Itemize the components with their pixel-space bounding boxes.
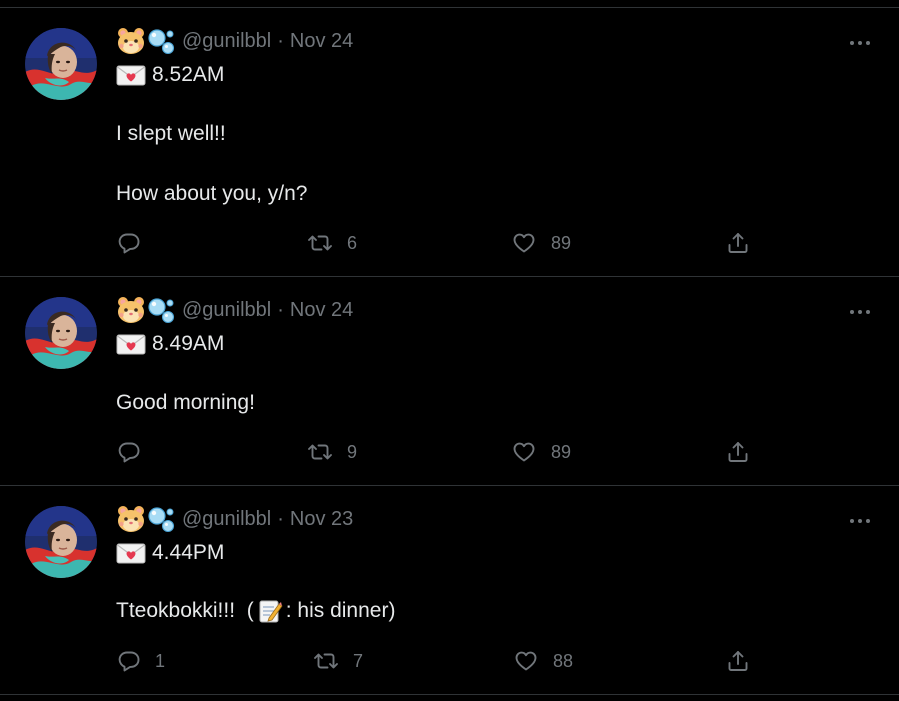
retweet-button[interactable]: 7	[313, 646, 363, 676]
love-letter-icon	[116, 63, 146, 87]
retweet-button[interactable]: 6	[307, 228, 357, 258]
retweet-icon	[313, 649, 339, 673]
share-icon	[726, 231, 750, 255]
tweet-actions: 6 89	[0, 228, 899, 258]
avatar[interactable]	[25, 506, 97, 578]
tweet-time-text: 8.52AM	[152, 63, 225, 86]
like-button[interactable]: 88	[513, 646, 573, 676]
separator-dot: ·	[277, 507, 284, 530]
bubbles-icon	[146, 26, 176, 56]
retweet-count: 9	[347, 441, 358, 462]
tweet-header: @gunilbbl · Nov 24	[116, 295, 353, 325]
tweet-text-line: I slept well!!	[116, 122, 226, 145]
retweet-count: 6	[347, 232, 358, 253]
tweet-time-text: 4.44PM	[152, 541, 225, 564]
display-name[interactable]	[116, 295, 176, 325]
more-icon	[849, 308, 871, 316]
tweet-time-line: 8.49AM	[116, 331, 224, 357]
avatar[interactable]	[25, 297, 97, 369]
separator-dot: ·	[277, 29, 284, 52]
separator-dot: ·	[277, 298, 284, 321]
tweet-card[interactable]: @gunilbbl · Nov 23 4.44PM Tteokbokki!!! …	[0, 486, 899, 695]
like-icon	[511, 440, 537, 464]
more-options-button[interactable]	[849, 34, 871, 48]
retweet-icon	[307, 440, 333, 464]
share-icon	[726, 649, 750, 673]
like-button[interactable]: 89	[511, 228, 571, 258]
bubbles-icon	[146, 504, 176, 534]
like-button[interactable]: 89	[511, 437, 571, 467]
more-icon	[849, 39, 871, 47]
tweet-text-line: How about you, y/n?	[116, 182, 308, 205]
more-icon	[849, 517, 871, 525]
like-count: 89	[551, 232, 572, 253]
reply-icon	[117, 440, 141, 464]
tweet-text-line: Good morning!	[116, 391, 255, 414]
user-handle[interactable]: @gunilbbl	[182, 30, 271, 53]
share-button[interactable]	[726, 646, 750, 676]
retweet-icon	[307, 231, 333, 255]
tweet-time-line: 8.52AM	[116, 62, 224, 88]
tweet-time-text: 8.49AM	[152, 332, 225, 355]
reply-icon	[117, 649, 141, 673]
display-name[interactable]	[116, 504, 176, 534]
tweet-date[interactable]: Nov 24	[290, 299, 353, 322]
love-letter-icon	[116, 541, 146, 565]
tweet-card[interactable]: @gunilbbl · Nov 24 8.49AM Good morning! …	[0, 277, 899, 486]
reply-count: 1	[155, 650, 166, 671]
tweet-date[interactable]: Nov 24	[290, 30, 353, 53]
avatar[interactable]	[25, 28, 97, 100]
retweet-count: 7	[353, 650, 364, 671]
user-handle[interactable]: @gunilbbl	[182, 299, 271, 322]
tweet-feed: @gunilbbl · Nov 24 8.52AM I slept well!!…	[0, 0, 899, 701]
reply-button[interactable]	[117, 228, 155, 258]
share-icon	[726, 440, 750, 464]
tweet-time-line: 4.44PM	[116, 540, 224, 566]
retweet-button[interactable]: 9	[307, 437, 357, 467]
tweet-text-part: : his dinner)	[285, 599, 396, 622]
tweet-header: @gunilbbl · Nov 23	[116, 504, 353, 534]
share-button[interactable]	[726, 437, 750, 467]
reply-button[interactable]: 1	[117, 646, 165, 676]
more-options-button[interactable]	[849, 303, 871, 317]
share-button[interactable]	[726, 228, 750, 258]
hamster-face-icon	[116, 504, 146, 534]
memo-icon	[257, 598, 283, 624]
tweet-header: @gunilbbl · Nov 24	[116, 26, 353, 56]
tweet-date[interactable]: Nov 23	[290, 508, 353, 531]
display-name[interactable]	[116, 26, 176, 56]
reply-button[interactable]	[117, 437, 155, 467]
user-handle[interactable]: @gunilbbl	[182, 508, 271, 531]
tweet-actions: 1 7 88	[0, 646, 899, 676]
like-count: 89	[551, 441, 572, 462]
like-count: 88	[553, 650, 574, 671]
love-letter-icon	[116, 332, 146, 356]
bubbles-icon	[146, 295, 176, 325]
tweet-card[interactable]: @gunilbbl · Nov 24 8.52AM I slept well!!…	[0, 8, 899, 277]
reply-icon	[117, 231, 141, 255]
hamster-face-icon	[116, 26, 146, 56]
tweet-text-part: Tteokbokki!!! (	[116, 599, 254, 622]
like-icon	[513, 649, 539, 673]
tweet-actions: 9 89	[0, 437, 899, 467]
tweet-text-line: Tteokbokki!!! ( : his dinner)	[116, 598, 395, 624]
more-options-button[interactable]	[849, 512, 871, 526]
like-icon	[511, 231, 537, 255]
hamster-face-icon	[116, 295, 146, 325]
